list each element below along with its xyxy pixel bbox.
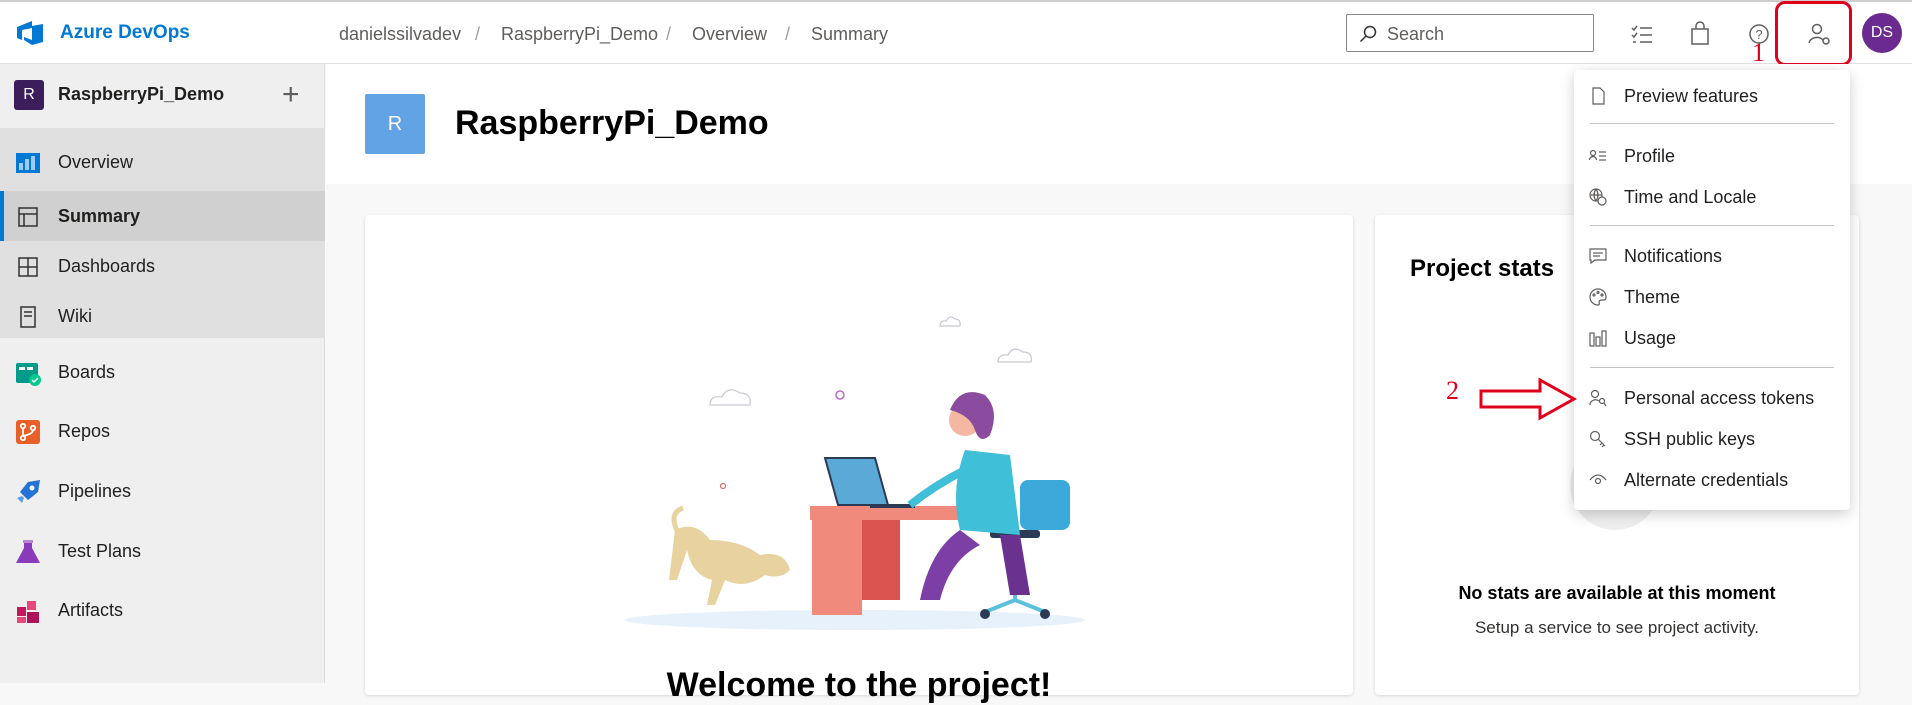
breadcrumb-overview[interactable]: Overview: [692, 24, 767, 45]
menu-item-label: Notifications: [1624, 246, 1723, 266]
sidebar-item-repos[interactable]: Repos: [0, 406, 325, 456]
eye-icon: [1589, 474, 1607, 485]
menu-item-label: Preview features: [1624, 86, 1759, 106]
menu-divider: [1590, 367, 1834, 368]
sidebar-item-label: Test Plans: [58, 541, 142, 561]
menu-item-label: Profile: [1624, 146, 1676, 166]
menu-item-personal-access-tokens[interactable]: Personal access tokens: [1574, 378, 1850, 418]
boards-icon: [16, 363, 41, 386]
sidebar-project-name[interactable]: RaspberryPi_Demo: [58, 84, 224, 105]
sidebar-item-label: Boards: [58, 362, 116, 382]
welcome-heading: Welcome to the project!: [666, 666, 1052, 704]
sidebar-item-label: Wiki: [58, 306, 92, 326]
task-list-icon[interactable]: [1628, 20, 1656, 48]
wiki-icon: [20, 306, 36, 328]
project-tile: R: [365, 94, 425, 154]
pointer-arrow-icon: [1478, 377, 1578, 426]
project-badge: R: [14, 80, 44, 110]
avatar[interactable]: DS: [1862, 13, 1902, 53]
menu-item-notifications[interactable]: Notifications: [1574, 236, 1850, 276]
search-icon: [1359, 25, 1377, 43]
comment-icon: [1589, 248, 1607, 265]
sidebar-item-label: Pipelines: [58, 481, 132, 501]
menu-item-profile[interactable]: Profile: [1574, 136, 1850, 176]
search-placeholder: Search: [1387, 24, 1445, 44]
sidebar-item-test-plans[interactable]: Test Plans: [0, 526, 325, 576]
highlight-box-step-1: [1775, 1, 1852, 66]
key-icon: [1589, 430, 1606, 448]
shopping-bag-icon[interactable]: [1686, 20, 1714, 48]
globe-clock-icon: [1589, 188, 1607, 206]
sidebar-item-dashboards[interactable]: Dashboards: [0, 241, 325, 291]
pipelines-icon: [17, 480, 40, 503]
step-2-label: 2: [1446, 376, 1459, 405]
artifacts-icon: [17, 601, 39, 623]
breadcrumb-separator: /: [785, 24, 791, 44]
menu-divider: [1590, 123, 1834, 124]
page-icon: [1592, 87, 1605, 105]
menu-item-time-and-locale[interactable]: Time and Locale: [1574, 177, 1850, 217]
overview-icon: [16, 153, 40, 173]
brand-name[interactable]: Azure DevOps: [60, 22, 190, 44]
breadcrumb-project[interactable]: RaspberryPi_Demo: [501, 24, 658, 45]
sidebar-item-summary[interactable]: Summary: [0, 191, 325, 241]
sidebar-item-label: Repos: [58, 421, 111, 441]
sidebar-item-label: Dashboards: [58, 256, 156, 276]
profile-card-icon: [1589, 149, 1606, 161]
azure-devops-logo-icon[interactable]: [14, 18, 48, 48]
menu-item-label: Time and Locale: [1624, 187, 1757, 207]
search-input[interactable]: Search: [1346, 14, 1594, 52]
breadcrumb-summary[interactable]: Summary: [811, 24, 888, 45]
menu-item-usage[interactable]: Usage: [1574, 318, 1850, 358]
menu-divider: [1590, 225, 1834, 226]
palette-icon: [1589, 288, 1607, 306]
sidebar-item-label: Artifacts: [58, 600, 124, 620]
menu-item-label: Theme: [1624, 287, 1681, 307]
sidebar-item-overview[interactable]: Overview: [0, 137, 325, 187]
breadcrumb-separator: /: [475, 24, 481, 44]
menu-item-alternate-credentials[interactable]: Alternate credentials: [1574, 460, 1850, 500]
breadcrumb-separator: /: [666, 24, 672, 44]
repos-icon: [16, 420, 40, 444]
sidebar-item-label: Summary: [58, 206, 141, 226]
menu-item-theme[interactable]: Theme: [1574, 277, 1850, 317]
test-plans-icon: [16, 540, 40, 563]
no-stats-message: No stats are available at this moment: [1458, 583, 1776, 603]
summary-icon: [18, 207, 38, 227]
menu-item-label: Alternate credentials: [1624, 470, 1789, 490]
sidebar-item-label: Overview: [58, 152, 134, 172]
menu-item-label: Usage: [1624, 328, 1677, 348]
top-bar: [0, 0, 1912, 64]
add-icon[interactable]: +: [282, 78, 300, 112]
menu-item-ssh-public-keys[interactable]: SSH public keys: [1574, 419, 1850, 459]
page-title: RaspberryPi_Demo: [455, 104, 769, 142]
user-key-icon: [1589, 389, 1607, 407]
menu-item-label: SSH public keys: [1624, 429, 1756, 449]
sidebar-item-artifacts[interactable]: Artifacts: [0, 585, 325, 635]
project-stats-title: Project stats: [1410, 255, 1555, 282]
no-stats-subtext: Setup a service to see project activity.: [1474, 618, 1760, 637]
sidebar-item-wiki[interactable]: Wiki: [0, 291, 325, 341]
sidebar-item-pipelines[interactable]: Pipelines: [0, 466, 325, 516]
menu-item-preview-features[interactable]: Preview features: [1574, 76, 1850, 116]
sidebar-item-boards[interactable]: Boards: [0, 347, 325, 397]
breadcrumb-organization[interactable]: danielssilvadev: [339, 24, 461, 45]
welcome-illustration: [620, 300, 1090, 635]
bar-chart-icon: [1589, 330, 1607, 347]
menu-item-label: Personal access tokens: [1624, 388, 1815, 408]
dashboard-icon: [18, 257, 38, 277]
